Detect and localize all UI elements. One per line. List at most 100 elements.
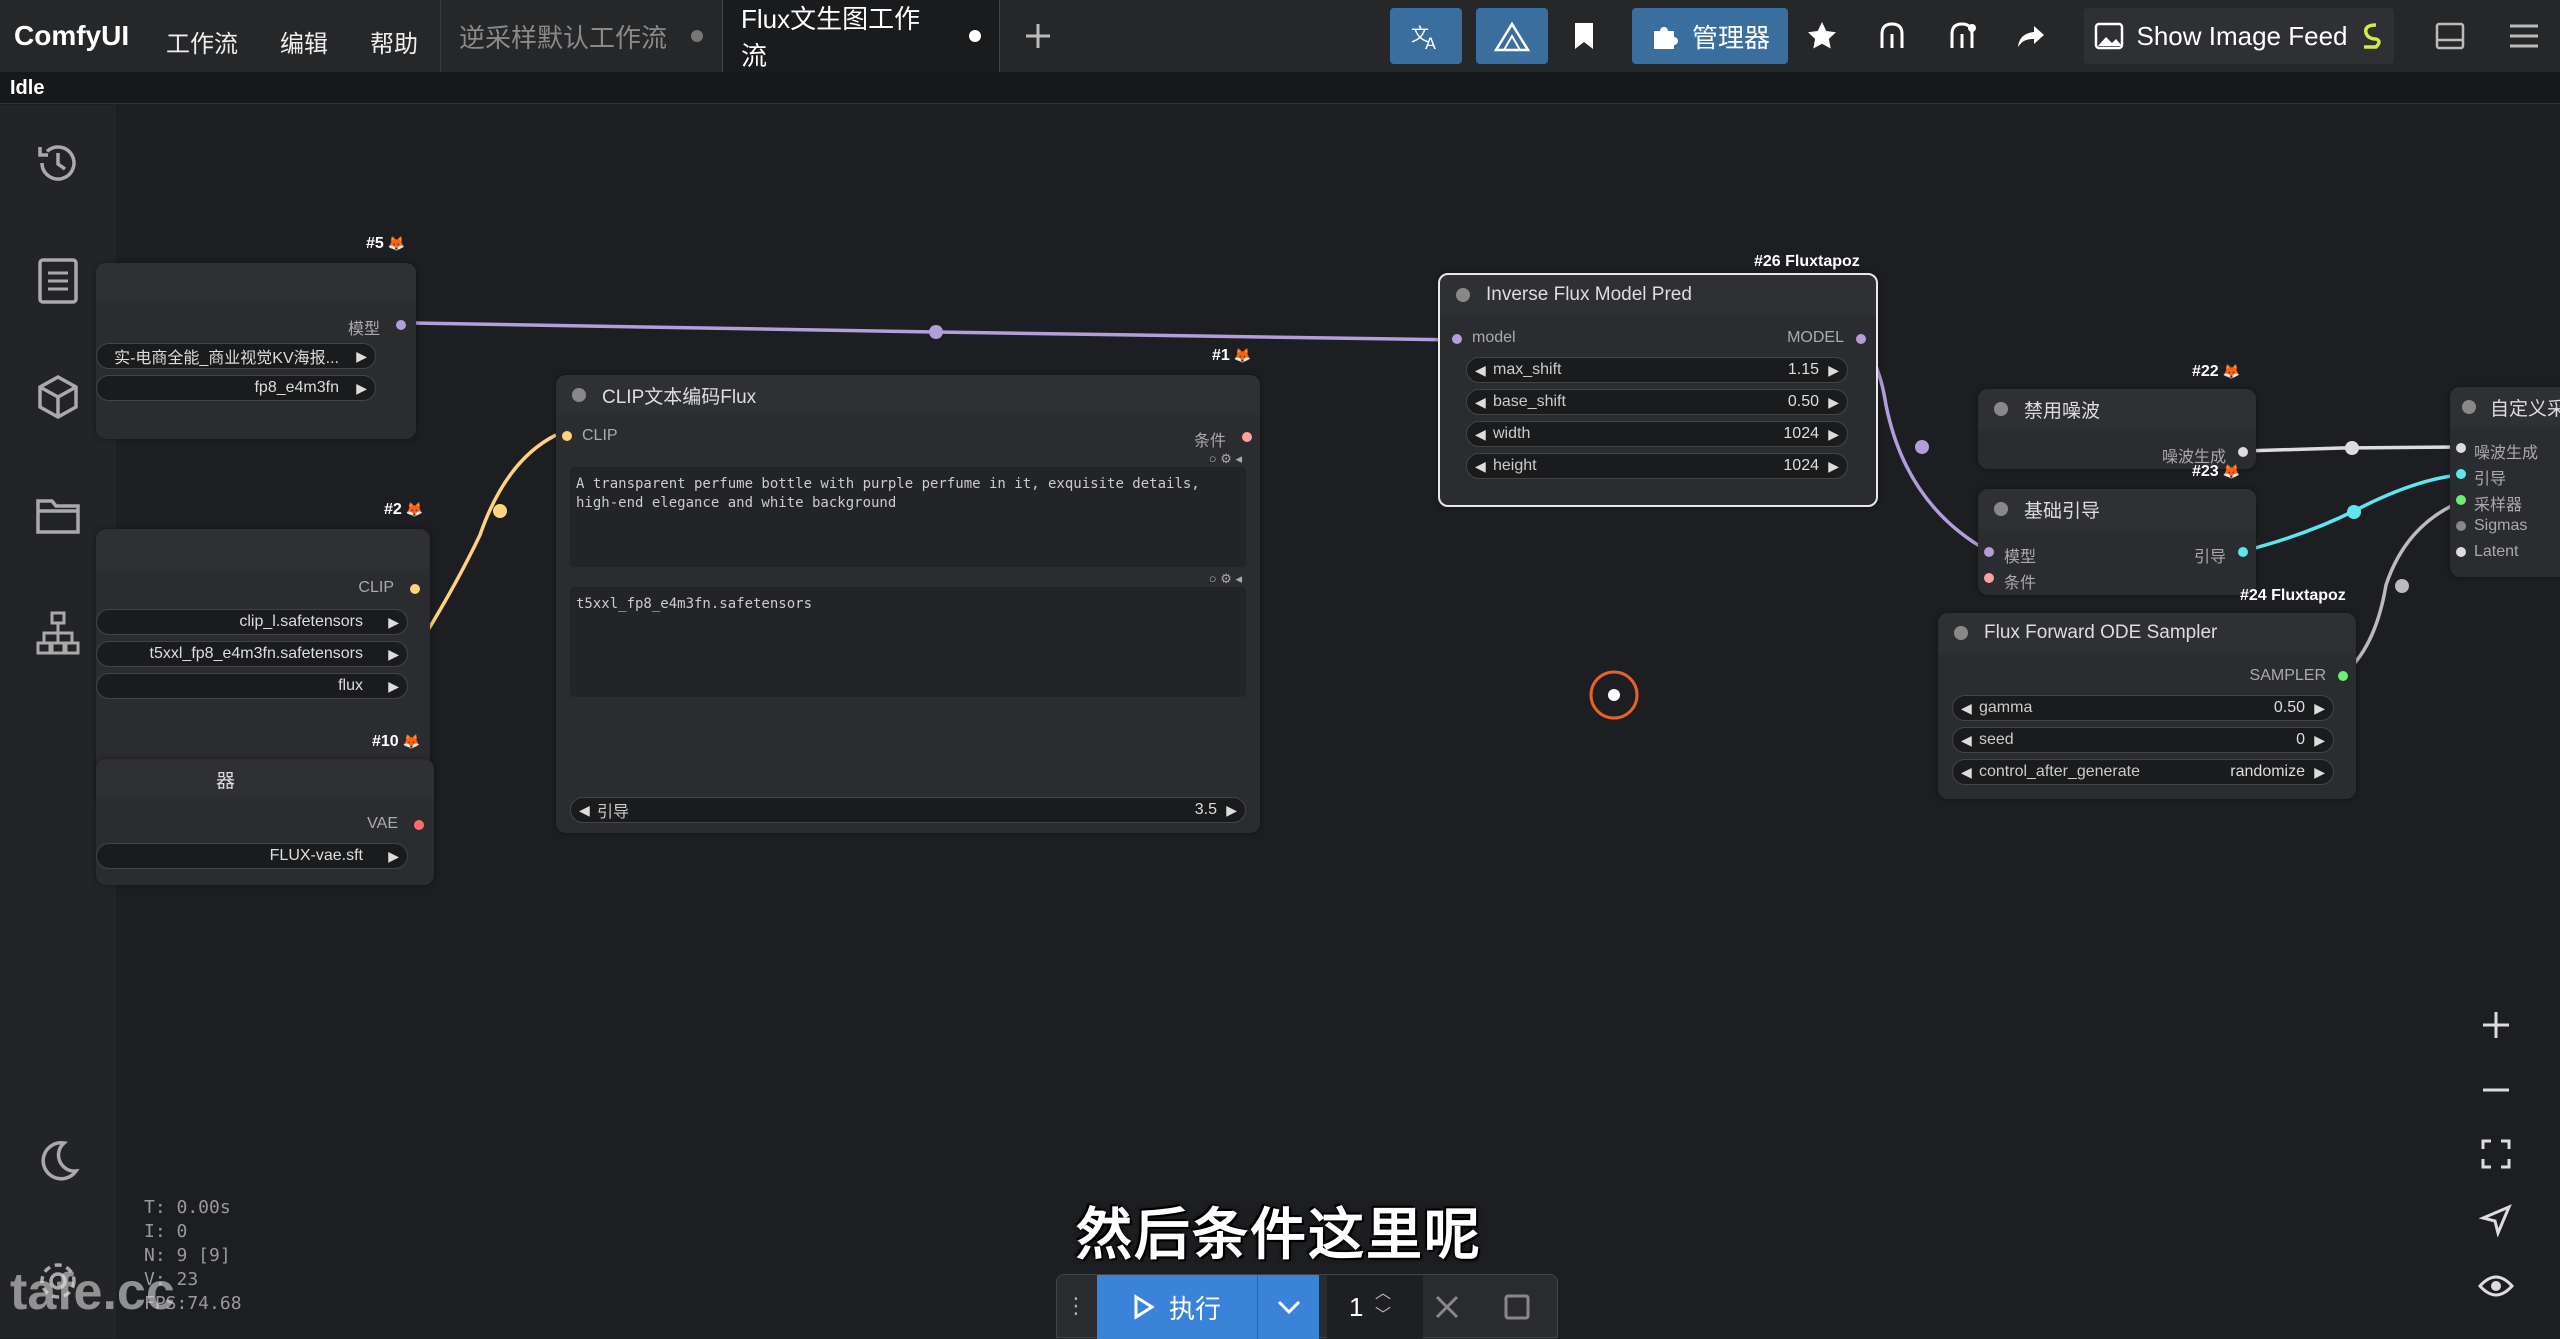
- bookmark-icon[interactable]: [1556, 8, 1612, 64]
- input-model-socket[interactable]: [1984, 547, 1994, 557]
- output-noise-socket[interactable]: [2238, 447, 2248, 457]
- model-cube-icon[interactable]: [28, 367, 88, 427]
- node-title-bar[interactable]: 基础引导: [1978, 489, 2256, 529]
- node-custom-sampler[interactable]: 自定义采 噪波生成 引导 采样器 Sigmas Latent: [2450, 387, 2560, 577]
- node-title-bar[interactable]: 禁用噪波: [1978, 389, 2256, 429]
- output-sampler-socket[interactable]: [2338, 671, 2348, 681]
- folder-icon[interactable]: [28, 485, 88, 545]
- history-icon[interactable]: [28, 133, 88, 193]
- input-model-label: model: [1472, 329, 1516, 346]
- unet-name-widget[interactable]: 实-电商全能_商业视觉KV海报... ▶: [96, 343, 376, 369]
- manager-button[interactable]: 管理器: [1632, 8, 1788, 64]
- input-latent-socket[interactable]: [2456, 547, 2466, 557]
- input-label: Latent: [2474, 543, 2519, 560]
- count-stepper[interactable]: ︿ ﹀: [1375, 1283, 1391, 1327]
- seed-widget[interactable]: ◀ seed 0 ▶: [1952, 727, 2334, 753]
- node-title-bar[interactable]: CLIP文本编码Flux: [556, 375, 1260, 415]
- input-cond-socket[interactable]: [1984, 573, 1994, 583]
- node-flux-forward-ode-sampler[interactable]: Flux Forward ODE Sampler SAMPLER ◀ gamma 0…: [1938, 613, 2356, 799]
- input-clip-socket[interactable]: [562, 431, 572, 441]
- input-sampler-socket[interactable]: [2456, 495, 2466, 505]
- text-toolbar-icons[interactable]: ○ ⚙ ◂: [1209, 571, 1242, 587]
- clip-type-widget[interactable]: flux ▶: [96, 673, 408, 699]
- input-guider-socket[interactable]: [2456, 469, 2466, 479]
- t5xxl-text-area[interactable]: t5xxl_fp8_e4m3fn.safetensors: [570, 587, 1246, 697]
- menu-help[interactable]: 帮助: [370, 24, 418, 59]
- clip-l-text-area[interactable]: A transparent perfume bottle with purple…: [570, 467, 1246, 567]
- node-badge: #2 🦊: [384, 501, 424, 518]
- new-tab-plus-icon[interactable]: [1010, 8, 1066, 64]
- input-sigmas-socket[interactable]: [2456, 521, 2466, 531]
- gamma-widget[interactable]: ◀ gamma 0.50 ▶: [1952, 695, 2334, 721]
- node-disable-noise[interactable]: 禁用噪波 噪波生成: [1978, 389, 2256, 469]
- menu-edit[interactable]: 编辑: [280, 24, 328, 59]
- node-title: 器: [216, 770, 236, 792]
- translate-icon[interactable]: 文A: [1390, 8, 1462, 64]
- node-graph-alt-icon[interactable]: [1934, 8, 1990, 64]
- tab-flux-workflow[interactable]: Flux文生图工作流: [722, 0, 1000, 72]
- output-cond-socket[interactable]: [1242, 432, 1252, 442]
- base-shift-widget[interactable]: ◀ base_shift 0.50 ▶: [1466, 389, 1848, 415]
- max-shift-widget[interactable]: ◀ max_shift 1.15 ▶: [1466, 357, 1848, 383]
- node-title-bar[interactable]: 器: [96, 759, 434, 799]
- mountain-logo-icon[interactable]: [1476, 8, 1548, 64]
- zoom-in-icon[interactable]: [2468, 997, 2524, 1053]
- node-basic-guider[interactable]: 基础引导 模型 条件 引导: [1978, 489, 2256, 595]
- cancel-x-icon[interactable]: [1427, 1287, 1467, 1327]
- run-button[interactable]: 执行: [1097, 1275, 1257, 1339]
- input-label: 噪波生成: [2474, 445, 2539, 462]
- input-clip-label: CLIP: [582, 427, 618, 444]
- menu-workflow[interactable]: 工作流: [166, 24, 238, 59]
- output-vae-socket[interactable]: [414, 820, 424, 830]
- clip-name1-widget[interactable]: clip_l.safetensors ▶: [96, 609, 408, 635]
- input-noise-socket[interactable]: [2456, 443, 2466, 453]
- unsaved-dot-icon: [969, 30, 981, 42]
- output-guider-socket[interactable]: [2238, 547, 2248, 557]
- hamburger-menu-icon[interactable]: [2496, 8, 2552, 64]
- node-title-bar[interactable]: [96, 529, 430, 569]
- control-after-generate-widget[interactable]: ◀ control_after_generate randomize ▶: [1952, 759, 2334, 785]
- height-widget[interactable]: ◀ height 1024 ▶: [1466, 453, 1848, 479]
- node-title-bar[interactable]: Flux Forward ODE Sampler: [1938, 613, 2356, 653]
- node-graph-icon[interactable]: [1864, 8, 1920, 64]
- toggle-visibility-eye-icon[interactable]: [2468, 1258, 2524, 1314]
- share-arrow-icon[interactable]: [2004, 8, 2060, 64]
- fit-view-icon[interactable]: [2468, 1126, 2524, 1182]
- output-model-socket[interactable]: [1856, 334, 1866, 344]
- node-clip-text-encode-flux[interactable]: CLIP文本编码Flux CLIP 条件 ○ ⚙ ◂ A transparent…: [556, 375, 1260, 833]
- show-image-feed-button[interactable]: Show Image Feed: [2084, 8, 2394, 64]
- input-model-label: 模型: [2004, 549, 2037, 566]
- graph-canvas[interactable]: #5 🦊 模型 实-电商全能_商业视觉KV海报... ▶ fp8_e4m3fn ▶ #…: [96, 105, 2560, 1338]
- tab-inverse-workflow[interactable]: 逆采样默认工作流: [440, 0, 721, 72]
- stop-square-icon[interactable]: [1497, 1287, 1537, 1327]
- locate-arrow-icon[interactable]: [2468, 1192, 2524, 1248]
- node-vae-loader[interactable]: 器 VAE FLUX-vae.sft ▶: [96, 759, 434, 885]
- puzzle-icon: [1653, 27, 1678, 49]
- weight-dtype-widget[interactable]: fp8_e4m3fn ▶: [96, 375, 376, 401]
- dark-mode-moon-icon[interactable]: [28, 1131, 88, 1191]
- node-title-bar[interactable]: Inverse Flux Model Pred: [1440, 275, 1876, 315]
- node-inverse-flux-model-pred[interactable]: Inverse Flux Model Pred model MODEL ◀ max…: [1438, 273, 1878, 507]
- width-widget[interactable]: ◀ width 1024 ▶: [1466, 421, 1848, 447]
- queue-list-icon[interactable]: [28, 251, 88, 311]
- input-model-socket[interactable]: [1452, 334, 1462, 344]
- app-logo[interactable]: ComfyUI: [14, 20, 129, 52]
- chevron-down-icon: [1277, 1300, 1300, 1315]
- node-title-bar[interactable]: [96, 263, 416, 303]
- vae-name-widget[interactable]: FLUX-vae.sft ▶: [96, 843, 408, 869]
- clip-name2-widget[interactable]: t5xxl_fp8_e4m3fn.safetensors ▶: [96, 641, 408, 667]
- run-mode-dropdown[interactable]: [1257, 1275, 1319, 1339]
- zoom-out-icon[interactable]: [2468, 1062, 2524, 1118]
- status-text: Idle: [10, 77, 45, 99]
- node-model-loader[interactable]: 模型 实-电商全能_商业视觉KV海报... ▶ fp8_e4m3fn ▶: [96, 263, 416, 439]
- stat-i: I: 0: [144, 1221, 188, 1242]
- panel-toggle-icon[interactable]: [2422, 8, 2478, 64]
- node-title-bar[interactable]: 自定义采: [2450, 387, 2560, 427]
- output-model-socket[interactable]: [396, 320, 406, 330]
- star-icon[interactable]: [1794, 8, 1850, 64]
- text-toolbar-icons[interactable]: ○ ⚙ ◂: [1209, 451, 1242, 467]
- drag-handle-icon[interactable]: ⋮: [1065, 1293, 1087, 1319]
- node-library-icon[interactable]: [28, 603, 88, 663]
- output-clip-socket[interactable]: [410, 584, 420, 594]
- guidance-widget[interactable]: ◀ 引导 3.5 ▶: [570, 797, 1246, 823]
